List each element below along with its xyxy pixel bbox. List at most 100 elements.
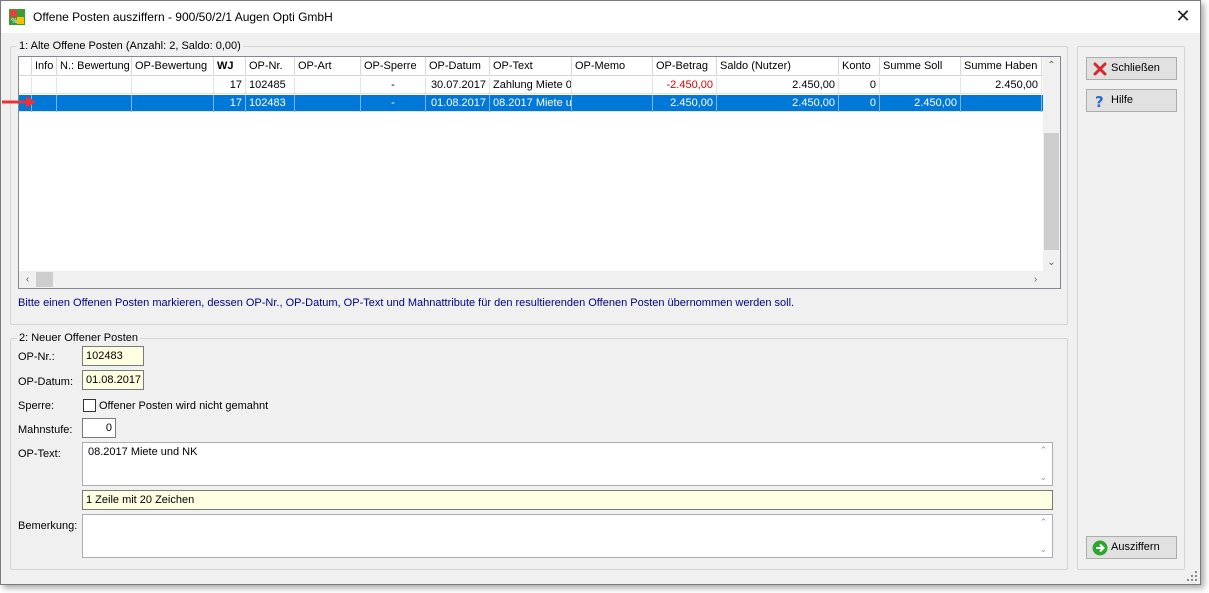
button-panel bbox=[1077, 46, 1185, 570]
cell-n-bewertung bbox=[57, 95, 132, 112]
cell-op-text: Zahlung Miete 0 bbox=[490, 77, 572, 94]
col-op-memo[interactable]: OP-Memo bbox=[572, 57, 653, 76]
grid-horizontal-scrollbar[interactable]: ‹ › bbox=[19, 271, 1044, 288]
cell-saldo: 2.450,00 bbox=[717, 95, 839, 112]
help-button-label: Hilfe bbox=[1111, 94, 1134, 106]
cell-wj: 17 bbox=[214, 95, 246, 112]
sperre-label: Sperre: bbox=[18, 400, 55, 412]
cell-op-art bbox=[295, 95, 361, 112]
cell-op-memo bbox=[572, 95, 653, 112]
col-summe-haben[interactable]: Summe Haben bbox=[961, 57, 1042, 76]
col-wj[interactable]: WJ bbox=[214, 57, 246, 76]
op-text-info: 1 Zeile mit 20 Zeichen bbox=[82, 490, 1053, 510]
op-text-scrollbar[interactable]: ⌃ ⌄ bbox=[1035, 443, 1052, 485]
op-nr-field[interactable]: 102483 bbox=[82, 346, 144, 366]
scroll-down-icon[interactable]: ⌄ bbox=[1035, 544, 1052, 555]
col-summe-soll[interactable]: Summe Soll bbox=[880, 57, 961, 76]
cell-summe-haben bbox=[961, 95, 1042, 112]
row-indicator bbox=[19, 77, 32, 94]
table-row[interactable]: 17 102485 - 30.07.2017 Zahlung Miete 0 -… bbox=[19, 77, 1044, 94]
col-op-bewertung[interactable]: OP-Bewertung bbox=[132, 57, 214, 76]
col-op-betrag[interactable]: OP-Betrag bbox=[653, 57, 717, 76]
scroll-down-icon[interactable]: ⌄ bbox=[1043, 254, 1060, 271]
cell-info bbox=[32, 77, 57, 94]
cell-op-memo bbox=[572, 77, 653, 94]
bemerkung-label: Bemerkung: bbox=[18, 520, 78, 532]
grid-vertical-scrollbar[interactable]: ⌃ ⌄ bbox=[1043, 57, 1060, 271]
op-text-value: 08.2017 Miete und NK bbox=[88, 446, 198, 458]
close-x-icon bbox=[1093, 62, 1107, 76]
cell-summe-haben: 2.450,00 bbox=[961, 77, 1042, 94]
col-saldo-nutzer[interactable]: Saldo (Nutzer) bbox=[717, 57, 839, 76]
selection-hint: Bitte einen Offenen Posten markieren, de… bbox=[18, 297, 795, 309]
cell-op-bewertung bbox=[132, 77, 214, 94]
cell-op-nr: 102485 bbox=[246, 77, 295, 94]
app-icon: % bbox=[9, 9, 25, 25]
cell-op-datum: 30.07.2017 bbox=[426, 77, 490, 94]
op-datum-label: OP-Datum: bbox=[18, 376, 74, 388]
op-text-label: OP-Text: bbox=[18, 448, 61, 460]
selected-row-arrow-icon bbox=[2, 96, 36, 108]
no-dunning-checkbox[interactable] bbox=[83, 399, 96, 412]
mahnstufe-field[interactable]: 0 bbox=[82, 418, 116, 438]
col-op-art[interactable]: OP-Art bbox=[295, 57, 361, 76]
bemerkung-textarea[interactable]: ⌃ ⌄ bbox=[82, 514, 1053, 558]
scroll-left-icon[interactable]: ‹ bbox=[19, 271, 36, 288]
scroll-down-icon[interactable]: ⌄ bbox=[1035, 472, 1052, 483]
cell-op-text: 08.2017 Miete u bbox=[490, 95, 572, 112]
col-konto[interactable]: Konto bbox=[839, 57, 880, 76]
dialog-window: % Offene Posten ausziffern - 900/50/2/1 … bbox=[0, 0, 1201, 585]
no-dunning-checkbox-label[interactable]: Offener Posten wird nicht gemahnt bbox=[99, 400, 268, 412]
cell-n-bewertung bbox=[57, 77, 132, 94]
vertical-scroll-thumb[interactable] bbox=[1044, 133, 1059, 250]
op-text-textarea[interactable]: 08.2017 Miete und NK ⌃ ⌄ bbox=[82, 442, 1053, 486]
cell-wj: 17 bbox=[214, 77, 246, 94]
close-button[interactable]: Schließen bbox=[1086, 57, 1177, 80]
cell-konto: 0 bbox=[839, 77, 880, 94]
scroll-up-icon[interactable]: ⌃ bbox=[1043, 57, 1060, 74]
table-row-selected[interactable]: 17 102483 - 01.08.2017 08.2017 Miete u 2… bbox=[19, 95, 1044, 112]
window-title: Offene Posten ausziffern - 900/50/2/1 Au… bbox=[33, 10, 333, 24]
op-datum-field[interactable]: 01.08.2017 bbox=[82, 370, 144, 390]
mahnstufe-label: Mahnstufe: bbox=[18, 424, 73, 436]
cell-saldo: 2.450,00 bbox=[717, 77, 839, 94]
svg-text:?: ? bbox=[1095, 93, 1104, 109]
open-items-grid[interactable]: Info N.: Bewertung OP-Bewertung WJ OP-Nr… bbox=[18, 56, 1061, 289]
cell-op-art bbox=[295, 77, 361, 94]
cell-op-sperre: - bbox=[361, 77, 426, 94]
help-button[interactable]: ? Hilfe bbox=[1086, 89, 1177, 112]
window-close-button[interactable]: ✕ bbox=[1166, 1, 1200, 31]
horizontal-scroll-thumb[interactable] bbox=[36, 272, 53, 287]
scroll-corner bbox=[1043, 271, 1060, 288]
resize-grip-icon[interactable] bbox=[1186, 570, 1198, 582]
col-op-text[interactable]: OP-Text bbox=[490, 57, 572, 76]
cell-op-datum: 01.08.2017 bbox=[426, 95, 490, 112]
col-op-sperre[interactable]: OP-Sperre bbox=[361, 57, 426, 76]
scroll-up-icon[interactable]: ⌃ bbox=[1035, 445, 1052, 456]
old-open-items-label: 1: Alte Offene Posten (Anzahl: 2, Saldo:… bbox=[17, 40, 243, 52]
new-open-item-label: 2: Neuer Offener Posten bbox=[17, 332, 141, 344]
col-info[interactable]: Info bbox=[32, 57, 57, 76]
scroll-up-icon[interactable]: ⌃ bbox=[1035, 517, 1052, 528]
svg-text:%: % bbox=[11, 17, 18, 25]
close-button-label: Schließen bbox=[1111, 62, 1160, 74]
row-indicator-header bbox=[19, 57, 32, 76]
reconcile-button-label: Ausziffern bbox=[1111, 541, 1160, 553]
cell-summe-soll bbox=[880, 77, 961, 94]
bemerkung-scrollbar[interactable]: ⌃ ⌄ bbox=[1035, 515, 1052, 557]
grid-header: Info N.: Bewertung OP-Bewertung WJ OP-Nr… bbox=[19, 57, 1044, 76]
question-mark-icon: ? bbox=[1095, 93, 1104, 109]
reconcile-button[interactable]: Ausziffern bbox=[1086, 536, 1177, 559]
title-bar: % Offene Posten ausziffern - 900/50/2/1 … bbox=[1, 1, 1200, 33]
cell-op-nr: 102483 bbox=[246, 95, 295, 112]
op-nr-label: OP-Nr.: bbox=[18, 351, 55, 363]
scroll-right-icon[interactable]: › bbox=[1027, 271, 1044, 288]
cell-op-betrag: 2.450,00 bbox=[653, 95, 717, 112]
col-op-nr[interactable]: OP-Nr. bbox=[246, 57, 295, 76]
cell-op-betrag: -2.450,00 bbox=[653, 77, 717, 94]
cell-summe-soll: 2.450,00 bbox=[880, 95, 961, 112]
green-arrow-icon bbox=[1092, 540, 1108, 556]
col-op-datum[interactable]: OP-Datum bbox=[426, 57, 490, 76]
col-n-bewertung[interactable]: N.: Bewertung bbox=[57, 57, 132, 76]
cell-op-sperre: - bbox=[361, 95, 426, 112]
